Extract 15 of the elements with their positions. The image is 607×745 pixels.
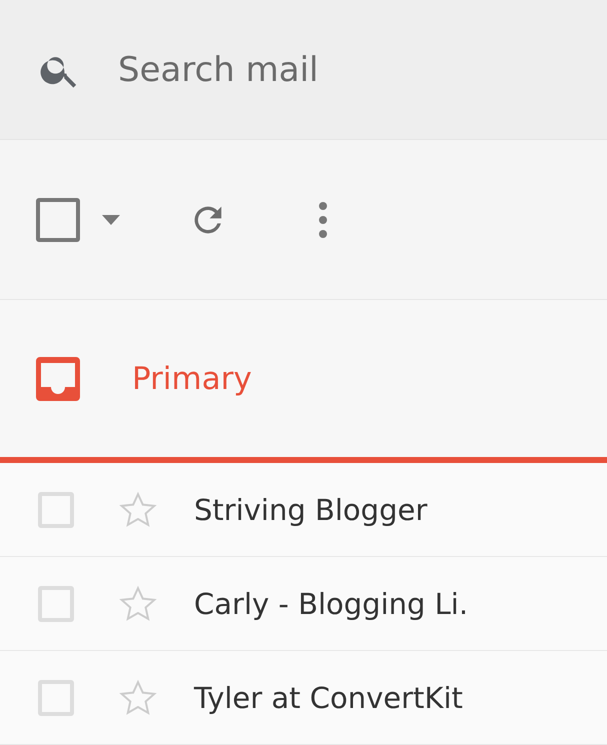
sender-name: Tyler at ConvertKit [194,680,463,714]
more-options-icon[interactable] [318,200,328,238]
star-icon[interactable] [118,678,158,718]
select-all-checkbox[interactable] [36,198,80,242]
star-icon[interactable] [118,584,158,624]
sender-name: Striving Blogger [194,492,428,526]
message-checkbox[interactable] [38,492,74,528]
inbox-icon [36,356,80,400]
star-icon[interactable] [118,490,158,530]
message-checkbox[interactable] [38,586,74,622]
sender-name: Carly - Blogging Li. [194,586,468,620]
search-field[interactable]: Search mail [118,50,518,90]
caret-icon[interactable] [102,214,120,224]
message-checkbox[interactable] [38,680,74,716]
tab[interactable]: Primary [0,300,607,463]
